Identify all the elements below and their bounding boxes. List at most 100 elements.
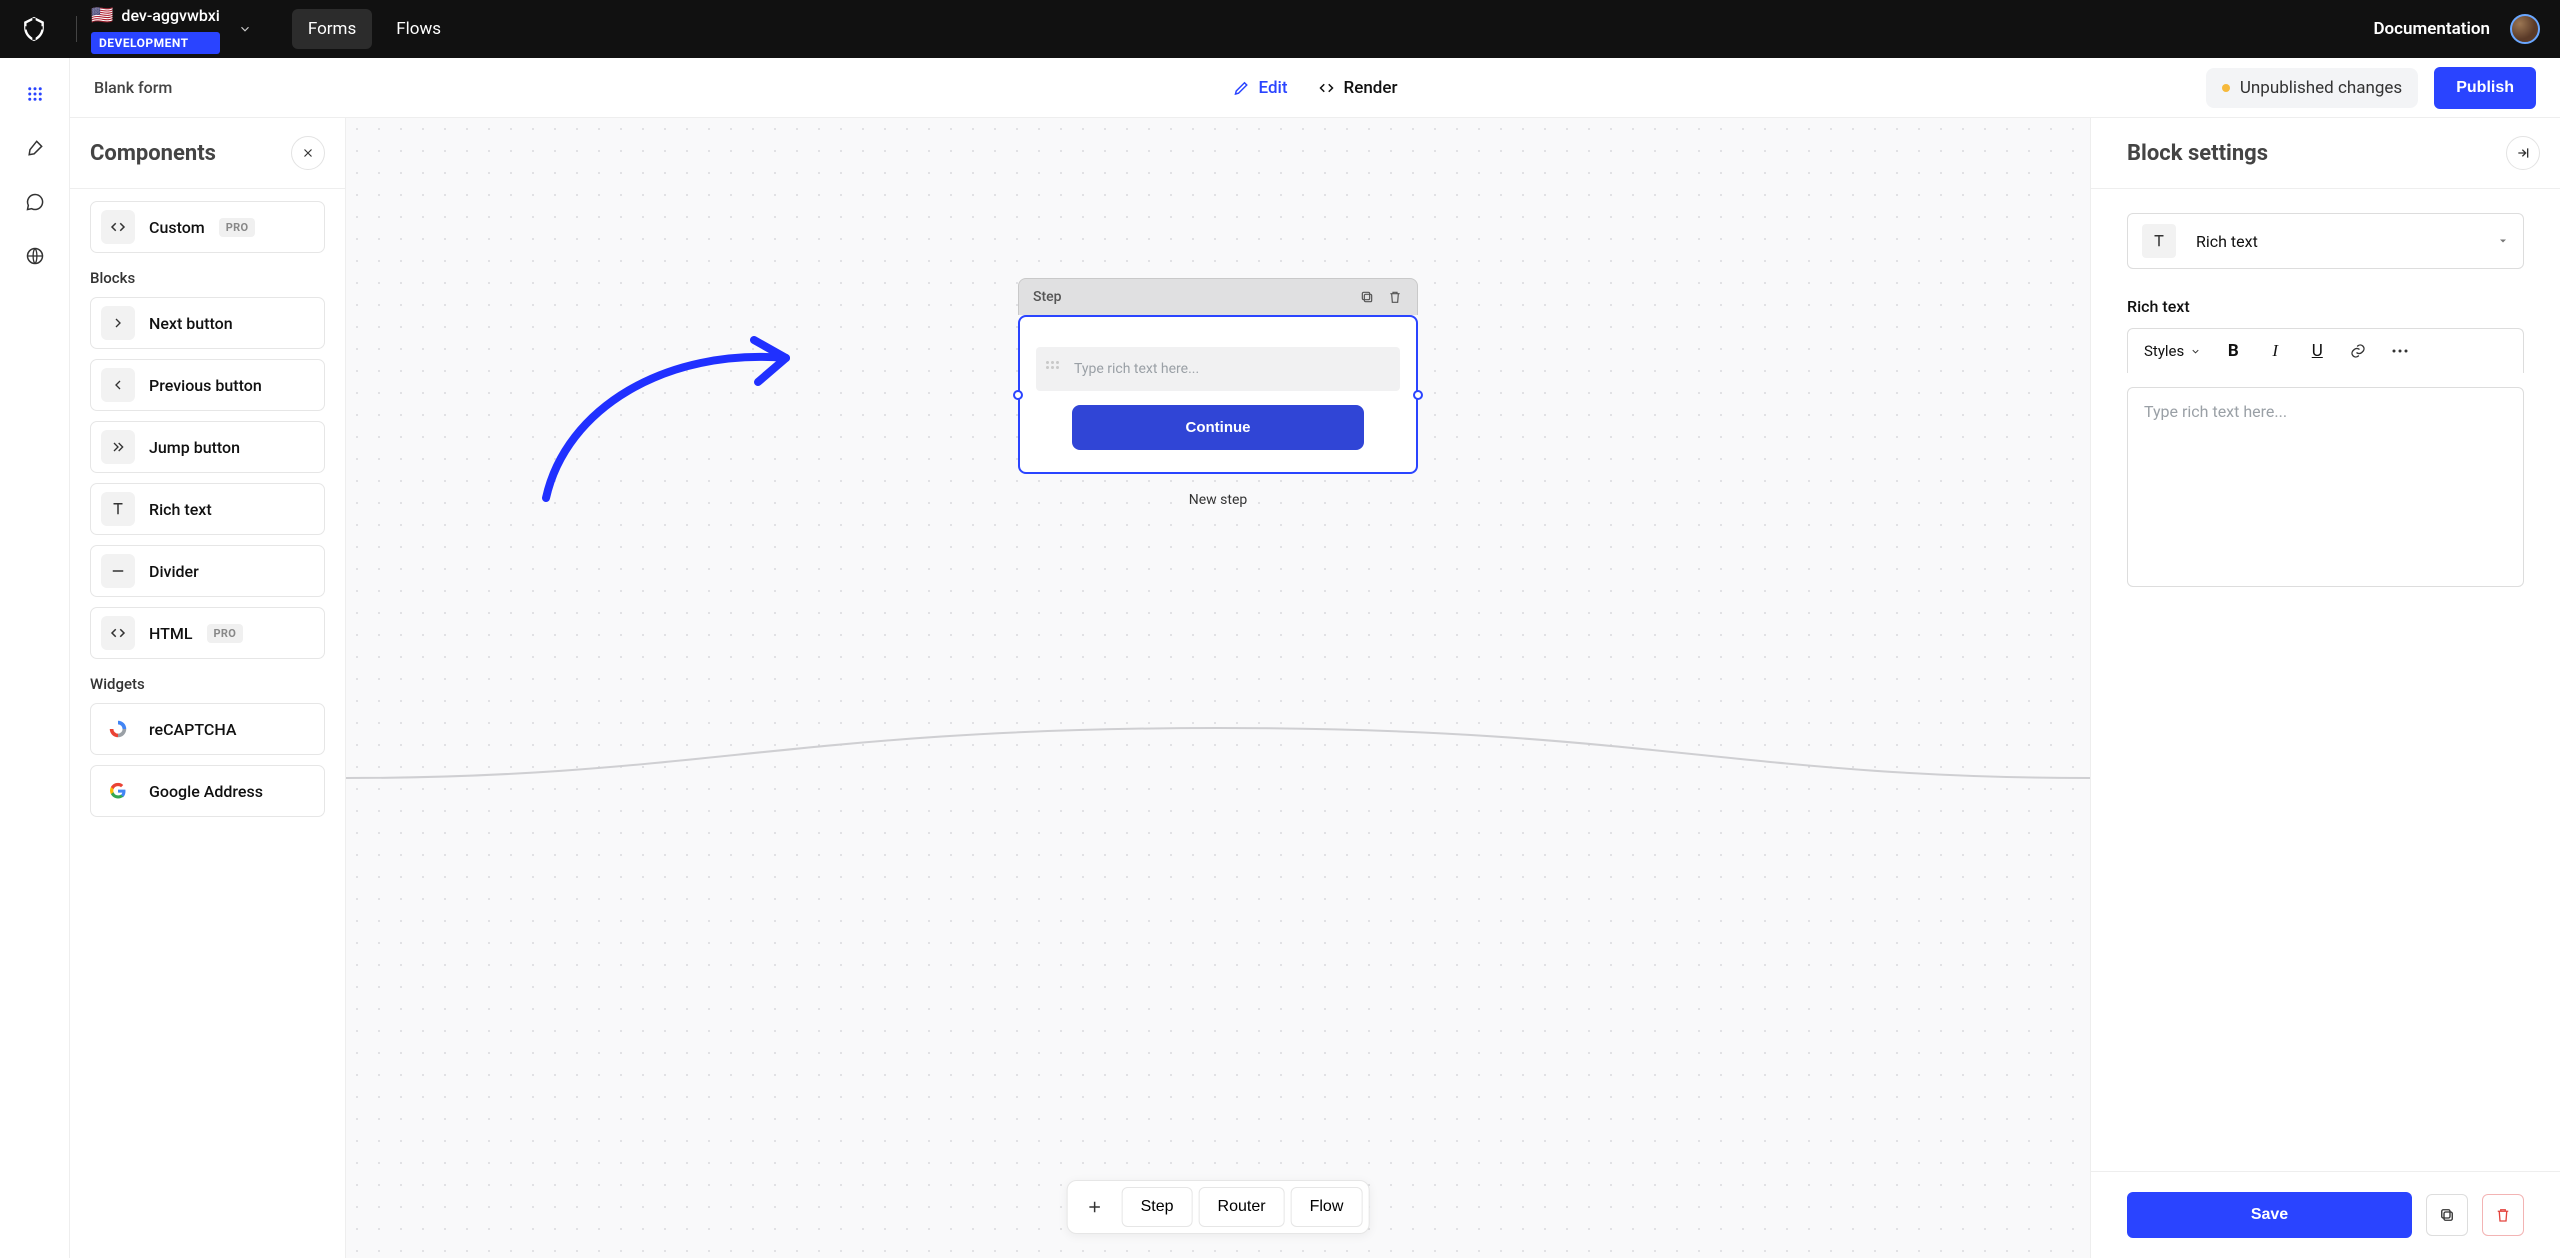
mode-render-label: Render xyxy=(1344,78,1398,98)
code-icon xyxy=(101,210,135,244)
top-nav-tabs: Forms Flows xyxy=(292,9,457,49)
pro-badge: PRO xyxy=(207,624,244,643)
component-rich-text[interactable]: Rich text xyxy=(90,483,325,535)
block-settings-title: Block settings xyxy=(2127,141,2268,166)
component-custom-label: Custom xyxy=(149,218,205,237)
duplicate-icon xyxy=(2438,1206,2456,1224)
close-icon xyxy=(301,146,315,160)
more-button[interactable] xyxy=(2391,348,2411,354)
trash-icon xyxy=(2494,1206,2512,1224)
google-icon xyxy=(101,774,135,808)
port-in[interactable] xyxy=(1013,390,1023,400)
styles-label: Styles xyxy=(2144,342,2184,360)
annotation-arrow-icon xyxy=(536,328,816,508)
italic-button[interactable]: I xyxy=(2265,341,2285,361)
section-widgets: Widgets xyxy=(90,675,325,693)
trash-icon[interactable] xyxy=(1387,289,1403,305)
continue-button[interactable]: Continue xyxy=(1072,405,1363,450)
rich-text-label: Rich text xyxy=(2127,297,2524,316)
status-text: Unpublished changes xyxy=(2240,78,2402,98)
left-rail xyxy=(0,58,70,1258)
add-flow-button[interactable]: Flow xyxy=(1291,1187,1363,1227)
rich-text-placeholder: Type rich text here... xyxy=(1074,361,1199,377)
tab-flows[interactable]: Flows xyxy=(380,9,457,49)
add-step-button[interactable]: Step xyxy=(1122,1187,1193,1227)
underline-button[interactable]: U xyxy=(2307,341,2327,361)
tenant-selector[interactable]: 🇺🇸 dev-aggvwbxi DEVELOPMENT xyxy=(91,5,252,54)
duplicate-icon[interactable] xyxy=(1359,289,1375,305)
app-logo[interactable] xyxy=(20,15,48,43)
drag-handle-icon[interactable] xyxy=(1046,361,1062,377)
component-jump-button[interactable]: Jump button xyxy=(90,421,325,473)
mode-render[interactable]: Render xyxy=(1318,78,1398,98)
block-type-select[interactable]: Rich text xyxy=(2127,213,2524,269)
block-settings-panel: Block settings Rich text Rich text St xyxy=(2090,118,2560,1258)
mode-edit[interactable]: Edit xyxy=(1233,78,1288,98)
port-out[interactable] xyxy=(1413,390,1423,400)
duplicate-block-button[interactable] xyxy=(2426,1194,2468,1236)
mode-edit-label: Edit xyxy=(1259,78,1288,98)
rail-grid-icon[interactable] xyxy=(23,82,47,106)
user-avatar[interactable] xyxy=(2510,14,2540,44)
pencil-icon xyxy=(1233,79,1251,97)
tenant-name: dev-aggvwbxi xyxy=(121,6,219,25)
component-label: Next button xyxy=(149,314,233,333)
rail-brush-icon[interactable] xyxy=(23,136,47,160)
sub-bar: Blank form Edit Render Unpublished chang… xyxy=(70,58,2560,118)
components-panel: Components Custom PRO Blocks Next button xyxy=(70,118,346,1258)
chevron-right-icon xyxy=(101,306,135,340)
add-node-button[interactable] xyxy=(1074,1187,1116,1227)
close-components-button[interactable] xyxy=(291,136,325,170)
recaptcha-icon xyxy=(101,712,135,746)
rail-chat-icon[interactable] xyxy=(23,190,47,214)
step-header[interactable]: Step xyxy=(1018,278,1418,315)
component-label: Divider xyxy=(149,562,199,581)
environment-badge: DEVELOPMENT xyxy=(91,32,220,54)
component-label: HTML xyxy=(149,624,193,643)
save-button[interactable]: Save xyxy=(2127,1192,2412,1238)
component-html[interactable]: HTML PRO xyxy=(90,607,325,659)
component-label: Previous button xyxy=(149,376,262,395)
canvas[interactable]: Step Type rich text here... C xyxy=(346,118,2090,1258)
step-title: Step xyxy=(1033,289,1062,305)
status-chip: Unpublished changes xyxy=(2206,68,2418,108)
component-next-button[interactable]: Next button xyxy=(90,297,325,349)
rail-globe-icon[interactable] xyxy=(23,244,47,268)
pro-badge: PRO xyxy=(219,218,256,237)
collapse-panel-button[interactable] xyxy=(2506,136,2540,170)
tab-forms[interactable]: Forms xyxy=(292,9,372,49)
styles-dropdown[interactable]: Styles xyxy=(2144,342,2201,360)
documentation-link[interactable]: Documentation xyxy=(2373,19,2490,39)
rich-text-editor[interactable]: Type rich text here... xyxy=(2127,387,2524,587)
collapse-right-icon xyxy=(2515,145,2531,161)
component-label: Rich text xyxy=(149,500,212,519)
bold-button[interactable]: B xyxy=(2223,341,2243,361)
link-button[interactable] xyxy=(2349,342,2369,360)
publish-button[interactable]: Publish xyxy=(2434,67,2536,109)
component-previous-button[interactable]: Previous button xyxy=(90,359,325,411)
component-custom[interactable]: Custom PRO xyxy=(90,201,325,253)
chevron-left-icon xyxy=(101,368,135,402)
step-caption: New step xyxy=(1018,492,1418,508)
rich-text-toolbar: Styles B I U xyxy=(2127,328,2524,373)
add-router-button[interactable]: Router xyxy=(1199,1187,1285,1227)
component-divider[interactable]: Divider xyxy=(90,545,325,597)
delete-block-button[interactable] xyxy=(2482,1194,2524,1236)
block-type-label: Rich text xyxy=(2196,232,2258,251)
component-label: Google Address xyxy=(149,782,263,801)
canvas-toolbar: Step Router Flow xyxy=(1067,1180,1370,1234)
form-name[interactable]: Blank form xyxy=(94,78,172,97)
step-card[interactable]: Step Type rich text here... C xyxy=(1018,278,1418,508)
rich-text-block[interactable]: Type rich text here... xyxy=(1036,347,1400,391)
text-icon xyxy=(2142,224,2176,258)
minus-icon xyxy=(101,554,135,588)
chevron-down-icon xyxy=(2190,346,2201,357)
component-recaptcha[interactable]: reCAPTCHA xyxy=(90,703,325,755)
status-dot-icon xyxy=(2222,84,2230,92)
code-icon xyxy=(1318,79,1336,97)
chevron-down-icon xyxy=(2497,235,2509,247)
components-title: Components xyxy=(90,141,216,166)
tenant-flag-icon: 🇺🇸 xyxy=(91,5,113,26)
chevron-down-icon xyxy=(238,22,252,36)
component-google-address[interactable]: Google Address xyxy=(90,765,325,817)
